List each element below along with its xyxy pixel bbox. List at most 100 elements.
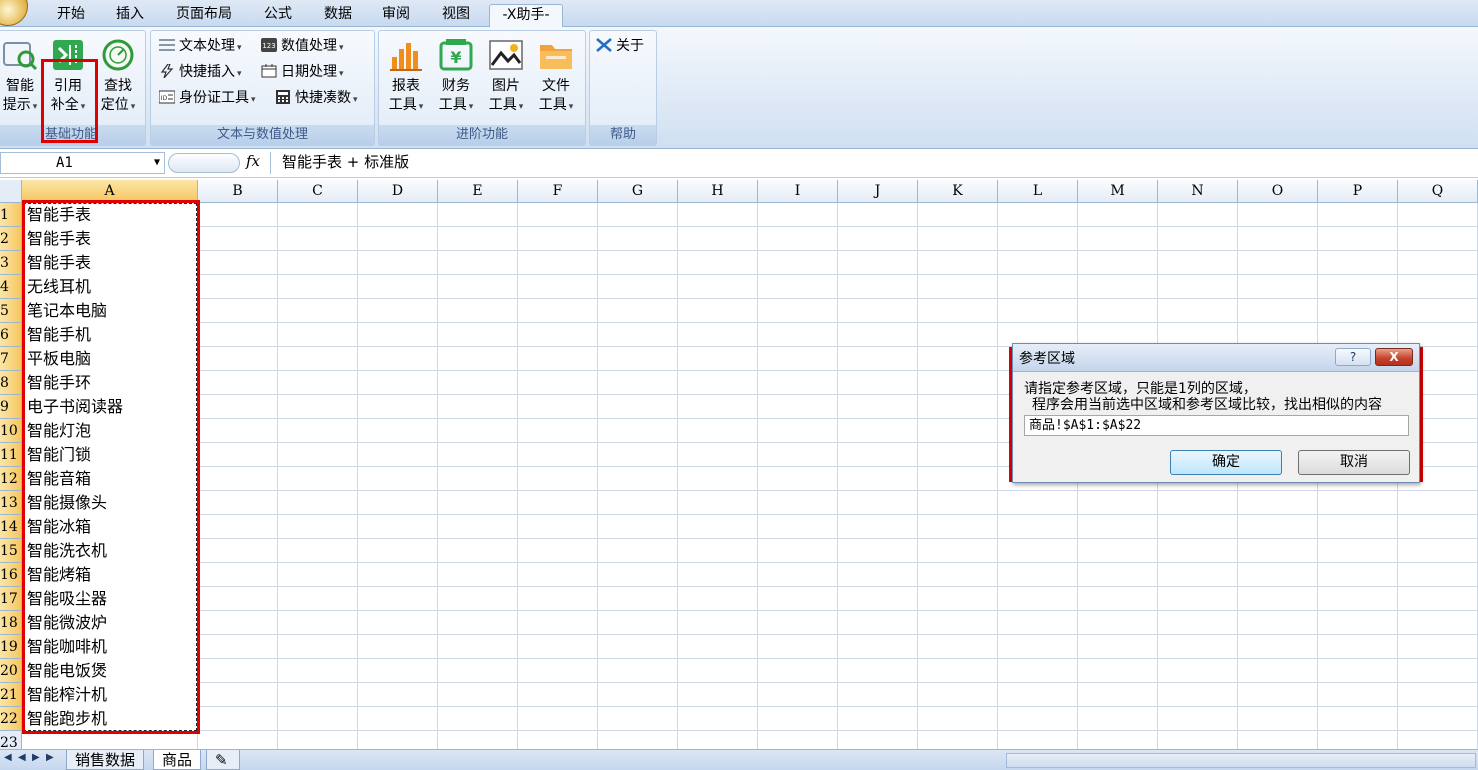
group-label-text-number: 文本与数值处理 bbox=[151, 125, 374, 145]
gridline-horizontal bbox=[22, 250, 1478, 251]
gridline-vertical bbox=[437, 203, 438, 752]
find-locate-button[interactable]: 查找 定位 ▾ bbox=[95, 35, 141, 121]
picture-tools-button[interactable]: 图片 工具 ▾ bbox=[483, 35, 529, 121]
column-header-e[interactable]: E bbox=[438, 180, 518, 203]
row-header-17[interactable]: 17 bbox=[0, 587, 22, 611]
about-button[interactable]: 关于 bbox=[596, 35, 644, 57]
file-tools-button[interactable]: 文件 工具 ▾ bbox=[533, 35, 579, 121]
horizontal-scrollbar[interactable] bbox=[1006, 753, 1476, 768]
smart-hint-button[interactable]: 智能 提示 ▾ bbox=[0, 35, 43, 121]
gridline-vertical bbox=[597, 203, 598, 752]
tab-page-layout[interactable]: 页面布局 bbox=[164, 4, 244, 27]
column-header-m[interactable]: M bbox=[1078, 180, 1158, 203]
dialog-title-bar[interactable]: 参考区域 ? X bbox=[1013, 344, 1419, 372]
ok-button[interactable]: 确定 bbox=[1170, 450, 1282, 475]
tab-view[interactable]: 视图 bbox=[428, 4, 484, 27]
row-header-7[interactable]: 7 bbox=[0, 347, 22, 371]
gridline-vertical bbox=[517, 203, 518, 752]
id-card-tool-button[interactable]: ID 身份证工具 ▾ bbox=[159, 87, 256, 109]
row-header-9[interactable]: 9 bbox=[0, 395, 22, 419]
report-chart-icon bbox=[390, 43, 422, 71]
row-header-15[interactable]: 15 bbox=[0, 539, 22, 563]
text-processing-button[interactable]: 文本处理 ▾ bbox=[159, 35, 242, 57]
quick-insert-button[interactable]: 快捷插入 ▾ bbox=[159, 61, 242, 83]
next-sheet-icon[interactable]: ▶ bbox=[32, 752, 40, 763]
column-header-n[interactable]: N bbox=[1158, 180, 1238, 203]
help-button[interactable]: ? bbox=[1335, 348, 1371, 366]
column-header-g[interactable]: G bbox=[598, 180, 678, 203]
column-header-b[interactable]: B bbox=[198, 180, 278, 203]
tab-x-helper[interactable]: -X助手- bbox=[489, 4, 563, 27]
row-header-22[interactable]: 22 bbox=[0, 707, 22, 731]
column-header-i[interactable]: I bbox=[758, 180, 838, 203]
row-header-4[interactable]: 4 bbox=[0, 275, 22, 299]
file-tools-label-1: 文件 bbox=[542, 78, 570, 94]
name-box[interactable]: A1 ▼ bbox=[0, 152, 165, 174]
cancel-button[interactable]: 取消 bbox=[1298, 450, 1410, 475]
row-header-6[interactable]: 6 bbox=[0, 323, 22, 347]
find-locate-label-1: 查找 bbox=[104, 78, 132, 94]
column-header-l[interactable]: L bbox=[998, 180, 1078, 203]
sheet-tab-bar: ◀ ◀ ▶ ▶ 销售数据 商品 ✎ bbox=[0, 749, 1478, 770]
row-header-19[interactable]: 19 bbox=[0, 635, 22, 659]
svg-text:¥: ¥ bbox=[450, 48, 461, 67]
column-header-p[interactable]: P bbox=[1318, 180, 1398, 203]
report-tools-button[interactable]: 报表 工具 ▾ bbox=[383, 35, 429, 121]
column-header-h[interactable]: H bbox=[678, 180, 758, 203]
row-header-2[interactable]: 2 bbox=[0, 227, 22, 251]
row-header-8[interactable]: 8 bbox=[0, 371, 22, 395]
tab-insert[interactable]: 插入 bbox=[104, 4, 156, 27]
column-header-q[interactable]: Q bbox=[1398, 180, 1478, 203]
formula-expand-handle[interactable] bbox=[168, 153, 240, 173]
id-card-icon: ID bbox=[159, 90, 175, 104]
office-button[interactable] bbox=[0, 0, 28, 26]
sheet-tab-sales[interactable]: 销售数据 bbox=[66, 750, 145, 770]
gridline-horizontal bbox=[22, 274, 1478, 275]
sheet-tab-products[interactable]: 商品 bbox=[153, 750, 202, 770]
tab-data[interactable]: 数据 bbox=[310, 4, 366, 27]
reference-range-input[interactable]: 商品!$A$1:$A$22 bbox=[1024, 415, 1409, 436]
row-header-1[interactable]: 1 bbox=[0, 203, 22, 227]
formula-bar: A1 ▼ fx 智能手表 + 标准版 bbox=[0, 150, 1478, 178]
tab-review[interactable]: 审阅 bbox=[368, 4, 424, 27]
column-header-k[interactable]: K bbox=[918, 180, 998, 203]
row-header-13[interactable]: 13 bbox=[0, 491, 22, 515]
row-header-21[interactable]: 21 bbox=[0, 683, 22, 707]
tab-home[interactable]: 开始 bbox=[44, 4, 98, 27]
tab-formulas[interactable]: 公式 bbox=[250, 4, 306, 27]
gridline-vertical bbox=[757, 203, 758, 752]
gridline-vertical bbox=[837, 203, 838, 752]
row-header-10[interactable]: 10 bbox=[0, 419, 22, 443]
picture-tools-label-1: 图片 bbox=[492, 78, 520, 94]
gridline-horizontal bbox=[22, 706, 1478, 707]
column-header-d[interactable]: D bbox=[358, 180, 438, 203]
row-header-16[interactable]: 16 bbox=[0, 563, 22, 587]
quick-sum-button[interactable]: 快捷凑数 ▾ bbox=[275, 87, 358, 109]
row-header-12[interactable]: 12 bbox=[0, 467, 22, 491]
first-sheet-icon[interactable]: ◀ bbox=[4, 752, 12, 763]
row-header-3[interactable]: 3 bbox=[0, 251, 22, 275]
row-header-20[interactable]: 20 bbox=[0, 659, 22, 683]
insert-sheet-icon[interactable]: ✎ bbox=[206, 750, 240, 770]
row-header-11[interactable]: 11 bbox=[0, 443, 22, 467]
prev-sheet-icon[interactable]: ◀ bbox=[18, 752, 26, 763]
close-button[interactable]: X bbox=[1375, 348, 1413, 366]
column-header-c[interactable]: C bbox=[278, 180, 358, 203]
column-header-f[interactable]: F bbox=[518, 180, 598, 203]
fx-icon[interactable]: fx bbox=[246, 152, 260, 170]
select-all-corner[interactable] bbox=[0, 180, 22, 203]
column-header-j[interactable]: J bbox=[838, 180, 918, 203]
lightning-icon bbox=[160, 64, 174, 78]
reference-area-dialog: 参考区域 ? X 请指定参考区域，只能是1列的区域， 程序会用当前选中区域和参考… bbox=[1012, 343, 1420, 483]
date-processing-button[interactable]: 日期处理 ▾ bbox=[261, 61, 344, 83]
row-header-14[interactable]: 14 bbox=[0, 515, 22, 539]
chevron-down-icon[interactable]: ▼ bbox=[154, 153, 160, 173]
last-sheet-icon[interactable]: ▶ bbox=[46, 752, 54, 763]
row-header-18[interactable]: 18 bbox=[0, 611, 22, 635]
column-header-o[interactable]: O bbox=[1238, 180, 1318, 203]
smart-hint-label-2: 提示 ▾ bbox=[2, 97, 38, 113]
formula-input[interactable]: 智能手表 + 标准版 bbox=[270, 152, 1478, 174]
finance-tools-button[interactable]: ¥ 财务 工具 ▾ bbox=[433, 35, 479, 121]
row-header-5[interactable]: 5 bbox=[0, 299, 22, 323]
number-processing-button[interactable]: 123 数值处理 ▾ bbox=[261, 35, 344, 57]
